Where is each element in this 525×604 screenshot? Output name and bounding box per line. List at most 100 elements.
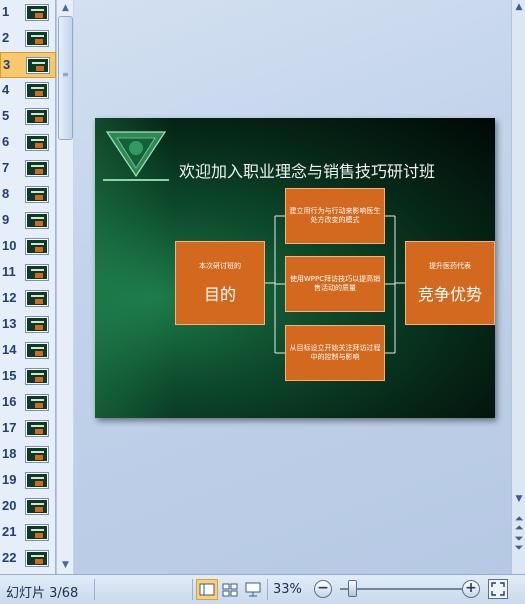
slide-preview-image [26,291,48,306]
advantage-box[interactable]: 提升医药代表 竞争优势 [405,241,495,325]
slide-thumbnail-14[interactable]: 14 [0,338,56,364]
slide-thumbnail-5[interactable]: 5 [0,104,56,130]
purpose-small-label: 本次研讨班的 [199,261,241,270]
slide-thumbnail-22[interactable]: 22 [0,546,56,572]
scroll-up-arrow-icon[interactable]: ▲ [58,1,73,15]
slide-thumbnail-15[interactable]: 15 [0,364,56,390]
slide-thumbnail-8[interactable]: 8 [0,182,56,208]
slide-preview-image [26,5,48,20]
slide-thumbnail-18[interactable]: 18 [0,442,56,468]
thumbnail-number: 12 [2,290,17,305]
thumbnail-number: 1 [2,4,10,19]
goal-box-3[interactable]: 从目标设立开始关注拜访过程中的控制与影响 [285,325,385,381]
slide-preview-image [26,369,48,384]
slide-preview-image [26,31,48,46]
thumbnail-number: 15 [2,368,17,383]
next-slide-icon[interactable]: ⏷ ⏷ [512,533,525,553]
preview-content-box [35,117,43,122]
purpose-big-label: 目的 [203,284,236,304]
slide-counter: 幻灯片 3/68 [6,586,79,601]
thumbnail-number: 10 [2,238,17,253]
normal-view-button[interactable] [196,579,218,600]
preview-title-line [31,269,44,271]
goal-text-3: 从目标设立开始关注拜访过程中的控制与影响 [289,344,381,361]
slide-thumbnail-10[interactable]: 10 [0,234,56,260]
scroll-down-arrow-icon[interactable]: ▼ [512,494,525,504]
scroll-up-arrow-icon[interactable]: ▲ [512,2,525,12]
slide-thumbnail-7[interactable]: 7 [0,156,56,182]
previous-slide-icon[interactable]: ⏶ ⏶ [512,513,525,533]
thumbnail-number: 22 [2,550,17,565]
slide-thumbnail-1[interactable]: 1 [0,0,56,26]
slide-preview-image [26,83,48,98]
zoom-in-button[interactable]: + [462,580,480,598]
slide-thumbnail-9[interactable]: 9 [0,208,56,234]
slide-preview-image [26,239,48,254]
goal-text-2: 使用WPPC拜访技巧以提高销售活动的质量 [289,275,381,292]
scroll-down-arrow-icon[interactable]: ▼ [58,558,73,572]
slide-thumbnail-16[interactable]: 16 [0,390,56,416]
fit-to-window-icon [491,582,505,596]
preview-title-line [31,139,44,141]
preview-title-line [31,295,44,297]
goal-box-2[interactable]: 使用WPPC拜访技巧以提高销售活动的质量 [285,256,385,312]
divider [94,579,95,600]
preview-content-box [35,169,43,174]
slide-thumbnail-20[interactable]: 20 [0,494,56,520]
status-bar: 幻灯片 3/68 33% − + [0,574,525,604]
slide-preview-image [26,421,48,436]
preview-content-box [35,533,43,538]
slide-thumbnail-17[interactable]: 17 [0,416,56,442]
thumbnail-scrollbar[interactable]: ▲ ≡ ▼ [56,0,73,574]
slide-scrollbar[interactable]: ▲ ▼ ⏶ ⏶ ⏷ ⏷ [511,0,525,574]
slide-thumbnail-2[interactable]: 2 [0,26,56,52]
fit-to-window-button[interactable] [488,579,508,599]
slide-thumbnail-4[interactable]: 4 [0,78,56,104]
zoom-slider-thumb[interactable] [348,580,357,597]
preview-content-box [35,273,43,278]
scrollbar-thumb[interactable]: ≡ [58,16,73,140]
slide-thumbnail-12[interactable]: 12 [0,286,56,312]
thumbnail-number: 7 [2,160,10,175]
slide-thumbnail-6[interactable]: 6 [0,130,56,156]
preview-content-box [35,39,43,44]
thumbnail-number: 6 [2,134,10,149]
normal-view-icon [199,583,215,596]
zoom-out-button[interactable]: − [314,580,332,598]
goal-text-1: 建立用行为与行动来影响医生处方改变的模式 [289,207,381,224]
purpose-box[interactable]: 本次研讨班的 目的 [175,241,265,325]
slide-preview-image [26,161,48,176]
goal-box-1[interactable]: 建立用行为与行动来影响医生处方改变的模式 [285,188,385,244]
slide-thumbnail-3[interactable]: 3 [0,52,56,78]
preview-content-box [35,455,43,460]
slide-preview-image [26,499,48,514]
slide-thumbnail-19[interactable]: 19 [0,468,56,494]
slide-preview-image [26,551,48,566]
preview-content-box [35,481,43,486]
slide-editing-area[interactable]: 欢迎加入职业理念与销售技巧研讨班 本次研讨班的 目的 建立用行为与行动来影响医生… [74,0,511,574]
slide-preview-image [26,109,48,124]
preview-title-line [31,347,44,349]
slide-preview-image [26,317,48,332]
slide-thumbnail-21[interactable]: 21 [0,520,56,546]
preview-title-line [31,477,44,479]
slide-preview-image [26,343,48,358]
preview-content-box [35,247,43,252]
slide-preview-image [27,58,49,73]
preview-content-box [35,221,43,226]
preview-content-box [35,91,43,96]
slide-thumbnail-13[interactable]: 13 [0,312,56,338]
slide-sorter-view-button[interactable] [219,579,241,600]
slide-canvas[interactable]: 欢迎加入职业理念与销售技巧研讨班 本次研讨班的 目的 建立用行为与行动来影响医生… [95,118,495,418]
zoom-level[interactable]: 33% [273,582,302,597]
slide-thumbnail-panel[interactable]: 1 2 3 4 5 6 7 8 9 10 11 12 13 14 15 16 17 18 19 20 21 22 [0,0,56,574]
slide-thumbnail-11[interactable]: 11 [0,260,56,286]
slideshow-view-button[interactable] [242,579,264,600]
preview-title-line [31,529,44,531]
thumbnail-number: 13 [2,316,17,331]
zoom-slider-track[interactable] [340,588,462,590]
thumbnail-number: 18 [2,446,17,461]
preview-title-line [32,62,45,64]
thumbnail-number: 20 [2,498,17,513]
preview-title-line [31,191,44,193]
